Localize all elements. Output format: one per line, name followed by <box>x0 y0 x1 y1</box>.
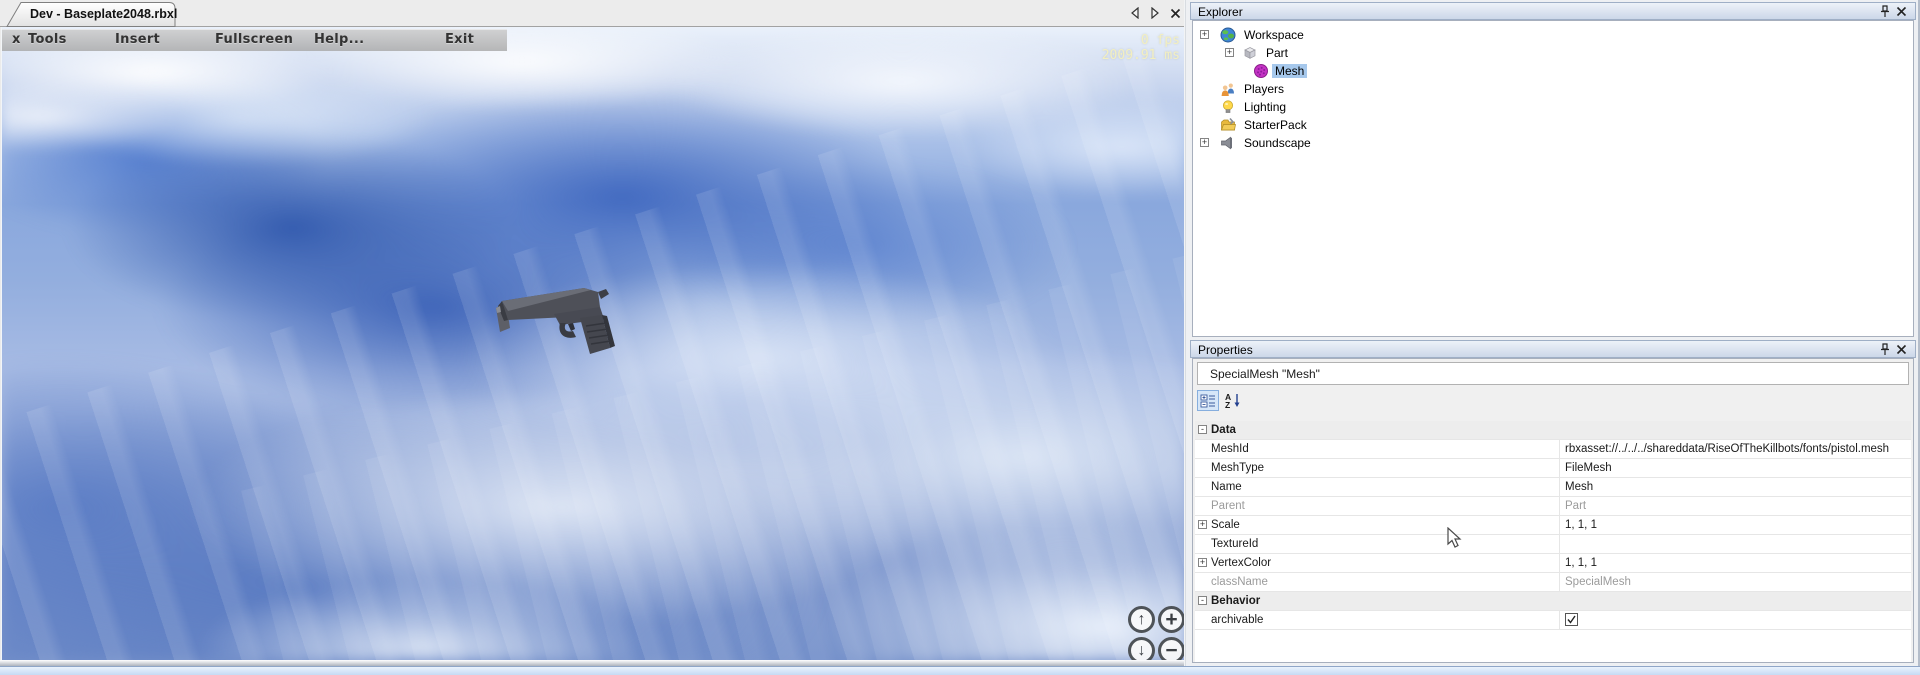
alphabetical-sort-button[interactable]: A Z <box>1221 390 1243 411</box>
expand-property-icon[interactable]: + <box>1198 520 1207 529</box>
property-row-name: Name Mesh <box>1195 478 1911 497</box>
property-value[interactable]: 1, 1, 1 <box>1565 519 1909 531</box>
property-label: Scale <box>1211 519 1240 531</box>
svg-text:Z: Z <box>1225 400 1230 409</box>
menu-item-exit[interactable]: Exit <box>445 32 474 47</box>
menu-item-insert[interactable]: Insert <box>115 32 160 47</box>
fps-overlay: 0 fps 2009.91 ms <box>1102 33 1180 63</box>
mouse-cursor <box>1447 527 1463 554</box>
dock-panels: Explorer + Workspace <box>1186 0 1920 666</box>
collapse-section-icon[interactable]: - <box>1198 596 1207 605</box>
archivable-checkbox[interactable] <box>1565 613 1578 626</box>
tree-item-label: Lighting <box>1241 100 1289 114</box>
workspace-globe-icon <box>1220 27 1236 43</box>
tree-item-soundscape[interactable]: + Soundscape <box>1193 134 1913 152</box>
tree-item-label: StarterPack <box>1241 118 1310 132</box>
pistol-mesh-object[interactable] <box>494 284 624 360</box>
zoom-out-button[interactable]: − <box>1158 637 1185 660</box>
tree-item-label: Soundscape <box>1241 136 1314 150</box>
fps-value: 0 fps <box>1102 33 1180 48</box>
tree-item-label-selected: Mesh <box>1272 64 1307 78</box>
pin-icon[interactable] <box>1878 5 1891 18</box>
tree-item-players[interactable]: Players <box>1193 80 1913 98</box>
close-properties-icon[interactable] <box>1895 343 1908 356</box>
property-row-parent: Parent Part <box>1195 497 1911 516</box>
selected-object-label: SpecialMesh "Mesh" <box>1197 362 1909 385</box>
property-label: MeshId <box>1211 443 1249 455</box>
categorized-view-button[interactable] <box>1197 390 1219 411</box>
tree-item-label: Workspace <box>1241 28 1307 42</box>
tree-item-lighting[interactable]: Lighting <box>1193 98 1913 116</box>
camera-up-button[interactable]: ↑ <box>1128 606 1155 633</box>
property-row-vertexcolor: + VertexColor 1, 1, 1 <box>1195 554 1911 573</box>
property-label: Parent <box>1211 500 1245 512</box>
property-value[interactable]: 1, 1, 1 <box>1565 557 1909 569</box>
close-explorer-icon[interactable] <box>1895 5 1908 18</box>
pin-icon[interactable] <box>1878 343 1891 356</box>
camera-down-button[interactable]: ↓ <box>1128 637 1155 660</box>
3d-viewport[interactable]: x Tools Insert Fullscreen Help... Exit 0… <box>1 27 1186 660</box>
properties-panel-header: Properties <box>1190 340 1916 358</box>
game-window: Dev - Baseplate2048.rbxl <box>0 0 1188 666</box>
properties-grid: - Data MeshId rbxasset://../../../shared… <box>1195 421 1911 662</box>
properties-title: Properties <box>1198 343 1253 357</box>
close-tab-icon[interactable] <box>1168 6 1182 20</box>
property-label: Name <box>1211 481 1242 493</box>
soundscape-icon <box>1220 135 1236 151</box>
property-value: Part <box>1565 500 1909 512</box>
starterpack-icon <box>1220 117 1236 133</box>
tree-item-part[interactable]: + Part <box>1193 44 1913 62</box>
roblox-studio-screen: Dev - Baseplate2048.rbxl <box>0 0 1920 675</box>
zoom-in-button[interactable]: + <box>1158 606 1185 633</box>
frame-time-value: 2009.91 ms <box>1102 48 1180 63</box>
section-header-data[interactable]: - Data <box>1195 421 1911 440</box>
collapse-section-icon[interactable]: - <box>1198 425 1207 434</box>
expand-toggle-icon[interactable]: + <box>1225 48 1234 57</box>
tree-item-label: Players <box>1241 82 1287 96</box>
property-label: TextureId <box>1211 538 1258 550</box>
menu-item-fullscreen[interactable]: Fullscreen <box>215 32 293 47</box>
tree-item-mesh[interactable]: Mesh <box>1193 62 1913 80</box>
tab-title: Dev - Baseplate2048.rbxl <box>30 7 177 21</box>
scroll-tabs-right-icon[interactable] <box>1148 6 1162 20</box>
menu-item-tools[interactable]: Tools <box>28 32 67 47</box>
property-value[interactable]: Mesh <box>1565 481 1909 493</box>
tree-item-workspace[interactable]: + Workspace <box>1193 26 1913 44</box>
explorer-tree: + Workspace + Part <box>1192 20 1914 337</box>
properties-panel: SpecialMesh "Mesh" A Z <box>1192 358 1914 663</box>
part-icon <box>1242 45 1258 61</box>
explorer-title: Explorer <box>1198 5 1243 19</box>
property-label: VertexColor <box>1211 557 1271 569</box>
game-menu-bar: x Tools Insert Fullscreen Help... Exit <box>2 29 507 51</box>
explorer-panel-header: Explorer <box>1190 2 1916 20</box>
property-label: archivable <box>1211 614 1263 626</box>
expand-toggle-icon[interactable]: + <box>1200 30 1209 39</box>
expand-toggle-icon[interactable]: + <box>1200 138 1209 147</box>
bottom-edge-strip <box>0 666 1920 675</box>
property-row-classname: className SpecialMesh <box>1195 573 1911 592</box>
document-tab[interactable]: Dev - Baseplate2048.rbxl <box>6 1 178 27</box>
players-icon <box>1220 81 1236 97</box>
mesh-icon <box>1253 63 1269 79</box>
tree-item-starterpack[interactable]: StarterPack <box>1193 116 1913 134</box>
property-value[interactable]: rbxasset://../../../shareddata/RiseOfThe… <box>1565 443 1909 455</box>
property-value[interactable]: FileMesh <box>1565 462 1909 474</box>
property-label: className <box>1211 576 1268 588</box>
property-label: MeshType <box>1211 462 1264 474</box>
menu-close-icon[interactable]: x <box>12 32 21 47</box>
scroll-tabs-left-icon[interactable] <box>1128 6 1142 20</box>
menu-item-help[interactable]: Help... <box>314 32 364 47</box>
document-tab-bar: Dev - Baseplate2048.rbxl <box>0 0 1188 27</box>
property-value: SpecialMesh <box>1565 576 1909 588</box>
property-row-meshid: MeshId rbxasset://../../../shareddata/Ri… <box>1195 440 1911 459</box>
section-header-behavior[interactable]: - Behavior <box>1195 592 1911 611</box>
property-row-meshtype: MeshType FileMesh <box>1195 459 1911 478</box>
expand-property-icon[interactable]: + <box>1198 558 1207 567</box>
tab-nav-buttons <box>1128 4 1182 22</box>
tree-item-label: Part <box>1263 46 1291 60</box>
property-row-archivable: archivable <box>1195 611 1911 630</box>
lighting-icon <box>1220 99 1236 115</box>
property-row-scale: + Scale 1, 1, 1 <box>1195 516 1911 535</box>
property-row-textureid: TextureId <box>1195 535 1911 554</box>
